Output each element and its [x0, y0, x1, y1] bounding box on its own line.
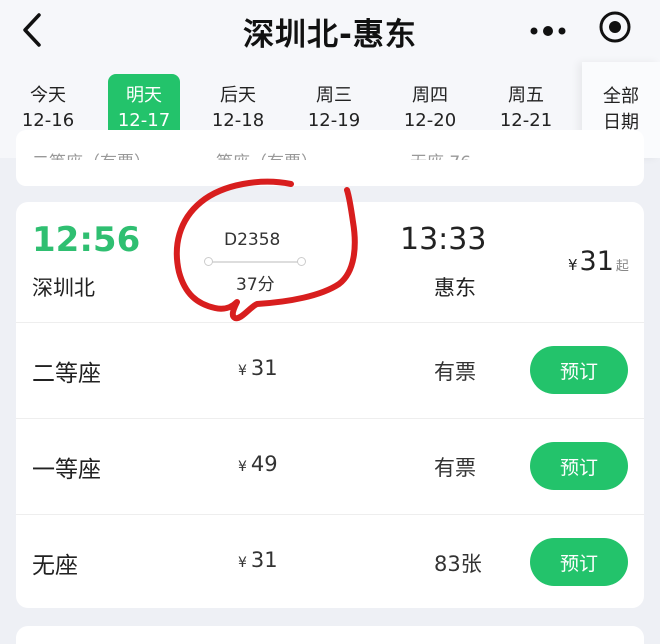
lowest-price-value: 31: [579, 246, 614, 277]
page-title: 深圳北-惠东: [243, 16, 417, 53]
departure-time: 12:56: [32, 220, 141, 260]
seat-price: ¥31: [238, 356, 278, 380]
date-tab-day: 周五: [508, 85, 544, 106]
departure-station: 深圳北: [32, 276, 95, 300]
record-circle-icon: [599, 11, 631, 43]
seat-price: ¥49: [238, 452, 278, 476]
date-tab-day: 今天: [30, 85, 66, 106]
red-annotation-circle: [173, 178, 358, 322]
seat-price-value: 31: [250, 548, 278, 572]
seat-row-second-class: 二等座 ¥31 有票 预订: [16, 322, 644, 418]
record-button[interactable]: [596, 8, 634, 46]
train-number: D2358: [224, 230, 281, 250]
lowest-price: ¥ 31 起: [568, 246, 629, 277]
book-button[interactable]: 预订: [530, 346, 628, 394]
seat-price-value: 49: [250, 452, 278, 476]
date-tab-day: 周三: [316, 85, 352, 106]
arrival-time: 13:33: [400, 222, 487, 257]
route-end-dot: [297, 257, 306, 266]
seat-availability: 83张: [434, 552, 482, 576]
seat-row-first-class: 一等座 ¥49 有票 预订: [16, 418, 644, 514]
more-dots-icon: [530, 26, 566, 36]
seat-availability: 有票: [434, 360, 476, 384]
next-train-card[interactable]: [16, 626, 644, 644]
all-dates-label-line1: 全部: [603, 86, 639, 107]
more-button[interactable]: [526, 18, 570, 44]
seat-price: ¥31: [238, 548, 278, 572]
arrival-station: 惠东: [434, 276, 476, 300]
seat-availability: 有票: [434, 456, 476, 480]
seat-price-value: 31: [250, 356, 278, 380]
route-start-dot: [204, 257, 213, 266]
currency-symbol: ¥: [238, 363, 247, 379]
book-button[interactable]: 预订: [530, 442, 628, 490]
currency-symbol: ¥: [568, 256, 578, 274]
top-bar: 深圳北-惠东: [0, 0, 660, 62]
book-button[interactable]: 预订: [530, 538, 628, 586]
train-card[interactable]: 12:56 深圳北 D2358 37分 13:33 惠东 ¥ 31 起 二等座 …: [16, 178, 644, 610]
currency-symbol: ¥: [238, 555, 247, 571]
seat-class-name: 无座: [32, 553, 78, 579]
seat-class-name: 一等座: [32, 457, 101, 483]
currency-symbol: ¥: [238, 459, 247, 475]
seat-row-no-seat: 无座 ¥31 83张 预订: [16, 514, 644, 610]
travel-duration: 37分: [236, 275, 275, 295]
price-from-suffix: 起: [615, 259, 629, 274]
back-button[interactable]: [14, 10, 50, 50]
date-tab-day: 后天: [220, 85, 256, 106]
date-tab-day: 周四: [412, 85, 448, 106]
chevron-left-icon: [23, 13, 41, 47]
date-tab-day: 明天: [126, 85, 162, 106]
route-line: [208, 261, 302, 263]
seat-class-name: 二等座: [32, 361, 101, 387]
